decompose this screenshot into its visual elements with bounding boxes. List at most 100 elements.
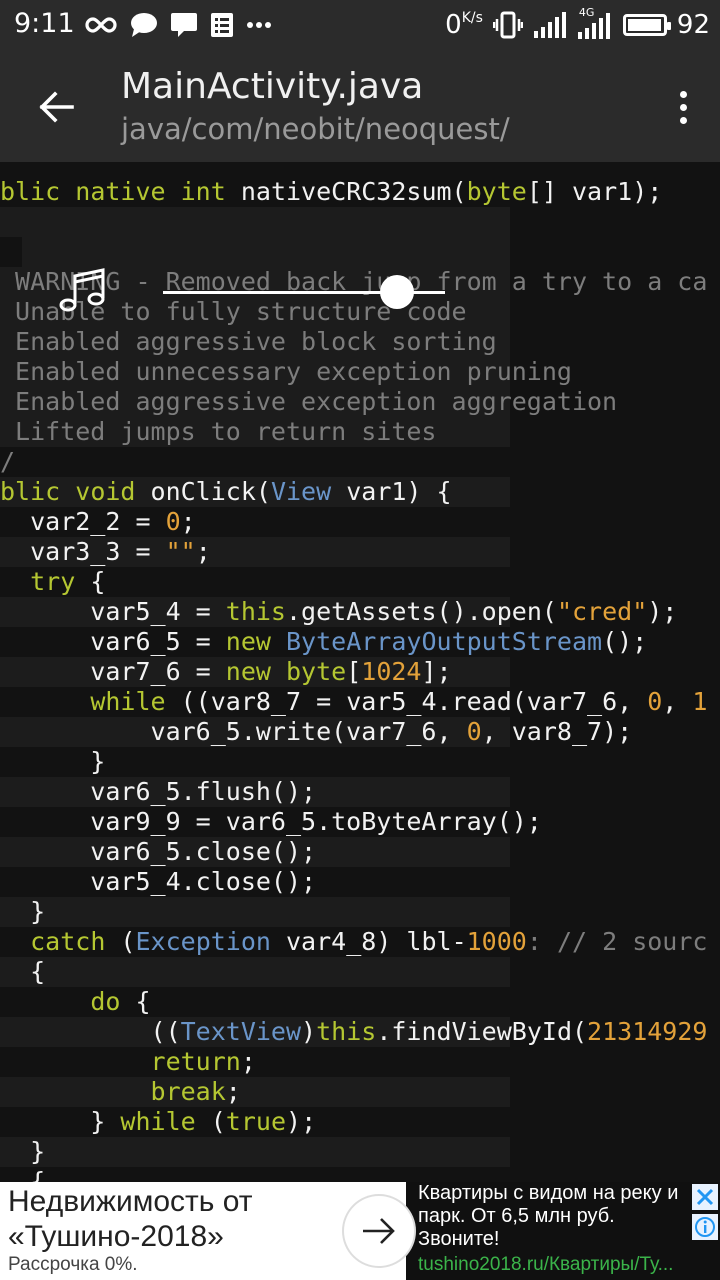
- code-token: ];: [421, 657, 452, 686]
- code-token: 0: [165, 507, 181, 536]
- code-token: [] var1);: [526, 177, 663, 206]
- code-line: do {: [0, 987, 151, 1017]
- status-time: 9:11: [14, 8, 75, 39]
- more-vert-icon: [679, 103, 687, 111]
- code-token: }: [0, 1137, 46, 1166]
- signal-4g-icon: [577, 13, 610, 39]
- code-line: var3_3 = "";: [0, 537, 211, 567]
- ad-url[interactable]: tushino2018.ru/Квартиры/Ту...: [418, 1254, 700, 1276]
- ad-body[interactable]: Квартиры с видом на реку и парк. От 6,5 …: [418, 1182, 694, 1251]
- net-speed: 0K/s: [445, 10, 483, 40]
- code-line: Enabled aggressive exception aggregation: [0, 387, 617, 417]
- signal-icon: [533, 12, 566, 38]
- code-token: Enabled aggressive block sorting: [0, 327, 497, 356]
- code-token: );: [647, 597, 678, 626]
- code-line: var7_6 = new byte[1024];: [0, 657, 452, 687]
- code-token: var5_4.close();: [0, 867, 317, 896]
- code-token: Enabled unnecessary exception pruning: [0, 357, 572, 386]
- code-line: }: [0, 1137, 45, 1167]
- slider-thumb[interactable]: [380, 275, 415, 309]
- code-line-highlight: [0, 897, 510, 927]
- code-token: ((: [0, 1017, 181, 1046]
- more-options-button[interactable]: [668, 82, 698, 132]
- code-token: Exception: [135, 927, 271, 956]
- close-icon[interactable]: [692, 1184, 718, 1210]
- code-token: return: [150, 1047, 241, 1076]
- code-token: do: [90, 987, 121, 1016]
- arrow-back-icon: [39, 91, 74, 123]
- code-token: byte: [286, 657, 347, 686]
- code-line: }: [0, 747, 105, 777]
- code-token: ByteArrayOutputStream: [286, 627, 603, 656]
- battery-level: 92: [676, 10, 710, 40]
- code-line: Lifted jumps to return sites: [0, 417, 436, 447]
- code-line-highlight: [0, 1137, 510, 1167]
- code-line: return;: [0, 1047, 256, 1077]
- code-token: View: [270, 477, 332, 506]
- code-token: var2_2 =: [0, 507, 166, 536]
- code-line: /: [0, 447, 15, 477]
- code-token: 1: [692, 687, 708, 716]
- code-token: "": [165, 537, 196, 566]
- code-line: Enabled aggressive block sorting: [0, 327, 497, 357]
- code-line: {: [0, 957, 45, 987]
- code-token: var5_4 =: [0, 597, 226, 626]
- code-token: onClick(: [150, 477, 271, 506]
- ad-headline[interactable]: Недвижимость от «Тушино-2018»: [8, 1184, 338, 1254]
- code-token: var6_5.close();: [0, 837, 317, 866]
- battery-icon: [622, 14, 671, 36]
- code-token: blic: [0, 477, 76, 506]
- code-line-highlight: [0, 207, 510, 237]
- code-token: .findViewById(: [376, 1017, 588, 1046]
- code-token: var6_5 =: [0, 627, 226, 656]
- ad-go-button[interactable]: [344, 1196, 414, 1266]
- code-line: blic native int nativeCRC32sum(byte[] va…: [0, 177, 662, 207]
- code-token: 21314929: [587, 1017, 708, 1046]
- code-token: TextView: [180, 1017, 302, 1046]
- code-token: /: [0, 447, 16, 476]
- code-token: "cred": [556, 597, 648, 626]
- code-line: var6_5.write(var7_6, 0, var8_7);: [0, 717, 633, 747]
- code-token: : // 2 sourc: [526, 927, 708, 956]
- code-token: 0: [647, 687, 663, 716]
- code-line: catch (Exception var4_8) lbl-1000: // 2 …: [0, 927, 707, 957]
- music-note-icon: [59, 268, 105, 312]
- code-token: blic: [0, 177, 76, 206]
- code-token: }: [0, 747, 106, 776]
- code-line: var9_9 = var6_5.toByteArray();: [0, 807, 542, 837]
- chat-bubble-icon: [131, 13, 157, 37]
- more-vert-icon: [679, 90, 687, 98]
- code-token: , var8_7);: [481, 717, 633, 746]
- status-right: 0K/s 4G 92: [445, 6, 710, 42]
- info-icon[interactable]: [692, 1214, 718, 1240]
- code-token: {: [75, 567, 106, 596]
- code-token: ;: [180, 507, 196, 536]
- code-token: ();: [602, 627, 648, 656]
- back-button[interactable]: [28, 82, 84, 132]
- more-vert-icon: [679, 116, 687, 124]
- code-token: new: [225, 657, 286, 686]
- code-line: var6_5.close();: [0, 837, 316, 867]
- ad-banner[interactable]: Недвижимость от «Тушино-2018» Рассрочка …: [0, 1182, 720, 1280]
- code-token: var1) {: [331, 477, 452, 506]
- code-line: } while (true);: [0, 1107, 316, 1137]
- code-token: 1000: [466, 927, 527, 956]
- code-token: {: [120, 987, 151, 1016]
- code-token: }: [0, 1107, 121, 1136]
- code-token: this: [225, 597, 286, 626]
- code-line: var6_5.flush();: [0, 777, 316, 807]
- infinity-icon: [85, 17, 117, 33]
- code-line: }: [0, 897, 45, 927]
- page-title: MainActivity.java: [121, 66, 424, 107]
- code-token: Enabled aggressive exception aggregation: [0, 387, 618, 416]
- message-icon: [171, 13, 197, 37]
- code-token: );: [286, 1107, 317, 1136]
- code-token: var6_5.flush();: [0, 777, 317, 806]
- code-token: catch: [30, 927, 106, 956]
- arrow-forward-icon: [363, 1218, 395, 1244]
- music-widget[interactable]: [50, 262, 470, 322]
- code-line: ((TextView)this.findViewById(21314929: [0, 1017, 708, 1047]
